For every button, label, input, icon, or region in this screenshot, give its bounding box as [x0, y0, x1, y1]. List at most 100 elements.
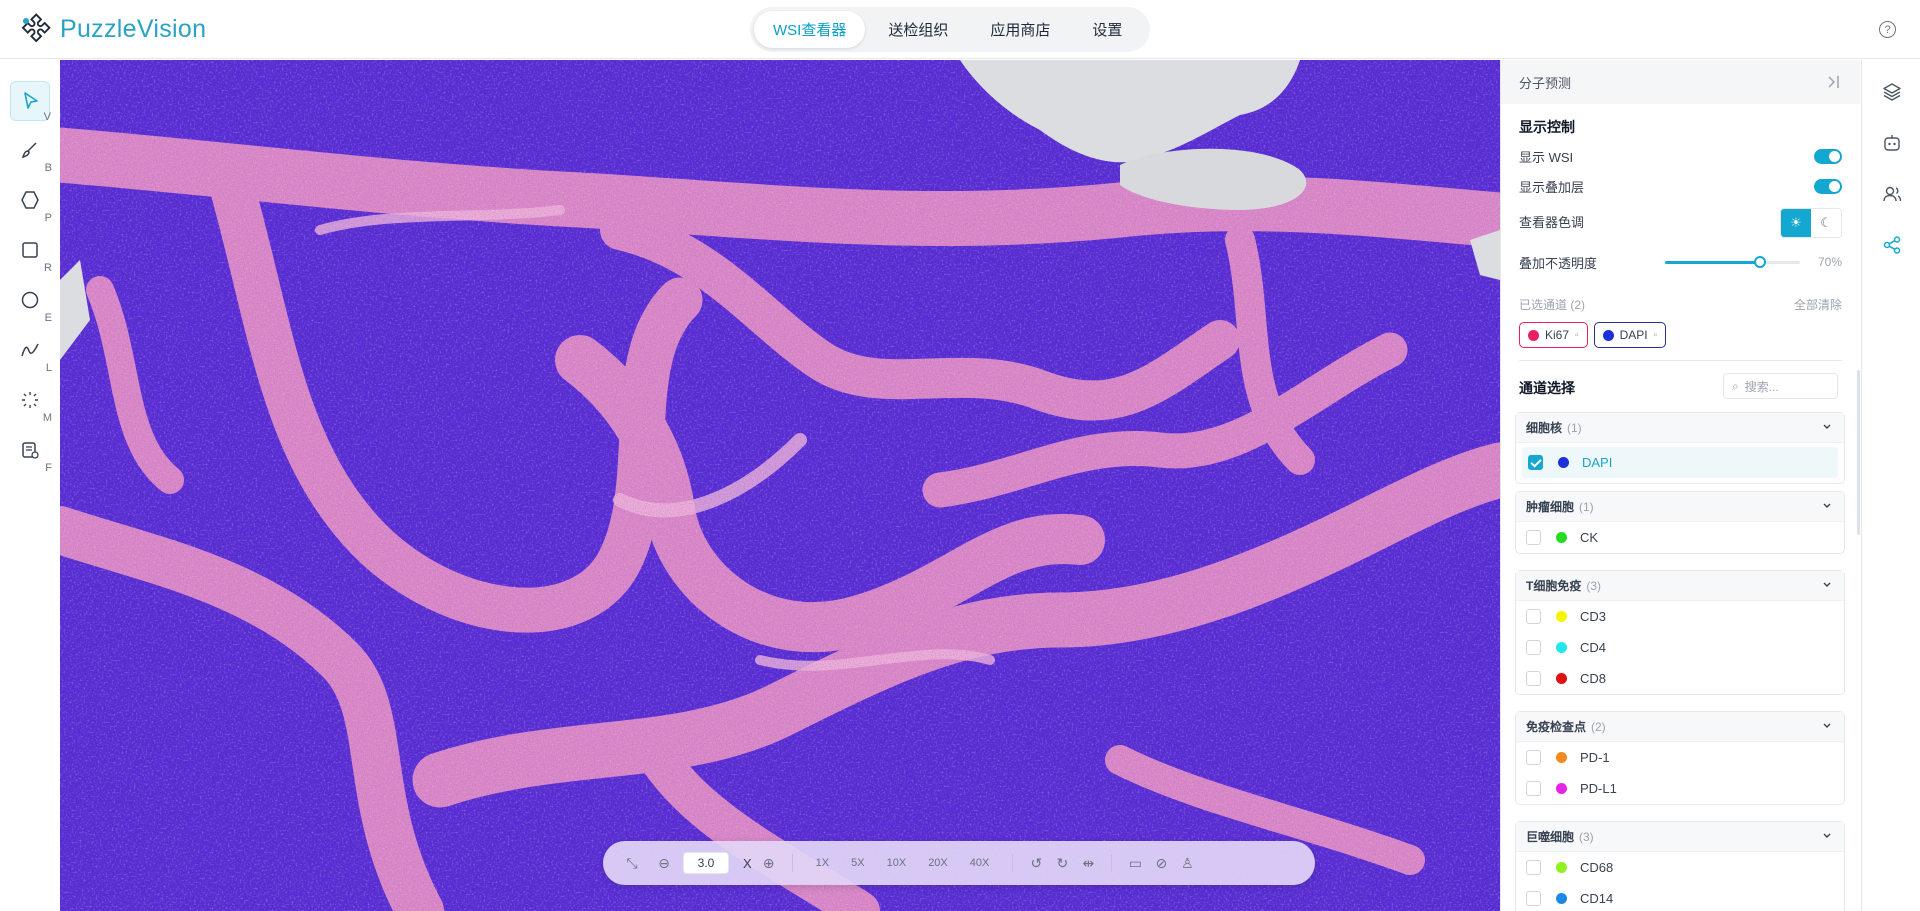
- channel-checkbox[interactable]: [1526, 530, 1541, 545]
- zoom-toolbar: ⤡ ⊖ 3.0 X ⊕ 1X 5X 10X 20X 40X ↺ ↻ ⇹ ▭ ⊘ …: [603, 841, 1315, 885]
- display-control-title: 显示控制: [1519, 119, 1575, 135]
- selected-channels-label: 已选通道 (2): [1519, 298, 1586, 312]
- chevron-down-icon[interactable]: [1822, 831, 1832, 841]
- chevron-down-icon[interactable]: [1822, 422, 1832, 432]
- flip-horizontal-icon[interactable]: ⇹: [1077, 852, 1099, 874]
- collapse-panel-icon[interactable]: [1826, 74, 1842, 90]
- rotate-left-icon[interactable]: ↺: [1025, 852, 1047, 874]
- chip-ki67[interactable]: Ki67 ▫: [1519, 322, 1588, 348]
- channel-color-dot: [1556, 752, 1567, 763]
- remove-chip-icon[interactable]: ▫: [1654, 330, 1658, 341]
- sun-icon[interactable]: ☀: [1781, 209, 1811, 237]
- channel-checkbox[interactable]: [1528, 455, 1543, 470]
- zoom-out-icon[interactable]: ⊖: [653, 852, 675, 874]
- pointer-tool[interactable]: V: [10, 81, 51, 123]
- person-icon[interactable]: ♙: [1176, 852, 1198, 874]
- channel-checkbox[interactable]: [1526, 750, 1541, 765]
- remove-chip-icon[interactable]: ▫: [1575, 330, 1579, 341]
- disable-icon[interactable]: ⊘: [1150, 852, 1172, 874]
- chip-dapi[interactable]: DAPI ▫: [1593, 322, 1667, 348]
- channel-checkbox[interactable]: [1526, 891, 1541, 906]
- magnification-5x[interactable]: 5X: [851, 857, 864, 869]
- channel-row-cd4[interactable]: CD4: [1516, 632, 1844, 663]
- show-wsi-toggle[interactable]: [1814, 148, 1842, 164]
- channel-row-cd68[interactable]: CD68: [1516, 852, 1844, 883]
- channel-checkbox[interactable]: [1526, 640, 1541, 655]
- channel-group-checkpoint: 免疫检查点 (2) PD-1 PD-L1: [1515, 711, 1845, 805]
- group-title: 肿瘤细胞: [1526, 500, 1575, 514]
- line-tool[interactable]: L: [10, 331, 52, 374]
- channel-checkbox[interactable]: [1526, 860, 1541, 875]
- ellipse-tool[interactable]: E: [10, 281, 52, 324]
- opacity-slider-handle[interactable]: [1753, 256, 1766, 268]
- zoom-in-icon[interactable]: ⊕: [758, 852, 780, 874]
- logo[interactable]: PuzzleVision: [18, 12, 206, 46]
- molecular-share-button[interactable]: [1881, 234, 1903, 256]
- opacity-slider[interactable]: [1665, 256, 1800, 268]
- group-header[interactable]: T细胞免疫 (3): [1516, 571, 1844, 601]
- channel-group-t-cell: T细胞免疫 (3) CD3 CD4 CD8: [1515, 570, 1845, 695]
- moon-icon[interactable]: ☾: [1811, 209, 1841, 237]
- channel-checkbox[interactable]: [1526, 609, 1541, 624]
- chevron-down-icon[interactable]: [1822, 721, 1832, 731]
- main-nav: WSI查看器 送检组织 应用商店 设置: [750, 7, 1150, 52]
- rectangle-tool[interactable]: R: [10, 231, 52, 274]
- opacity-slider-fill: [1665, 261, 1760, 264]
- fit-screen-icon[interactable]: ⤡: [621, 852, 643, 874]
- theme-switch: ☀ ☾: [1780, 208, 1842, 238]
- chevron-down-icon[interactable]: [1822, 501, 1832, 511]
- selected-channels-header: 已选通道 (2) 全部清除: [1519, 296, 1842, 313]
- users-button[interactable]: [1881, 183, 1903, 205]
- channel-row-cd14[interactable]: CD14: [1516, 883, 1844, 911]
- group-title: 巨噬细胞: [1526, 830, 1575, 844]
- panel-scrollbar[interactable]: [1857, 370, 1860, 535]
- wsi-viewer-canvas[interactable]: ⤡ ⊖ 3.0 X ⊕ 1X 5X 10X 20X 40X ↺ ↻ ⇹ ▭ ⊘ …: [60, 60, 1500, 911]
- channel-label: CD3: [1580, 609, 1607, 624]
- magic-wand-tool[interactable]: M: [10, 381, 52, 424]
- clear-all-link[interactable]: 全部清除: [1794, 296, 1842, 313]
- brush-tool[interactable]: B: [10, 131, 52, 174]
- group-header[interactable]: 巨噬细胞 (3): [1516, 822, 1844, 852]
- channel-row-ck[interactable]: CK: [1516, 522, 1844, 553]
- chevron-down-icon[interactable]: [1822, 580, 1832, 590]
- magnification-1x[interactable]: 1X: [816, 857, 829, 869]
- brush-icon: [21, 142, 37, 159]
- magnification-10x[interactable]: 10X: [887, 857, 907, 869]
- group-header[interactable]: 免疫检查点 (2): [1516, 712, 1844, 742]
- channel-checkbox[interactable]: [1526, 781, 1541, 796]
- tool-shortcut: E: [44, 312, 52, 324]
- tab-settings[interactable]: 设置: [1073, 11, 1141, 48]
- section-divider: [1519, 360, 1842, 361]
- channel-checkbox[interactable]: [1526, 671, 1541, 686]
- channel-color-dot: [1556, 673, 1567, 684]
- group-header[interactable]: 细胞核 (1): [1516, 413, 1844, 443]
- group-header[interactable]: 肿瘤细胞 (1): [1516, 492, 1844, 522]
- fill-tool[interactable]: F: [10, 431, 52, 474]
- ai-assistant-button[interactable]: [1881, 132, 1903, 154]
- channel-row-cd8[interactable]: CD8: [1516, 663, 1844, 694]
- tab-specimen-tissue[interactable]: 送检组织: [869, 11, 967, 48]
- magnification-40x[interactable]: 40X: [970, 857, 990, 869]
- help-circle-icon[interactable]: ?: [1879, 21, 1896, 38]
- group-count: (1): [1567, 420, 1582, 435]
- selected-channel-chips: Ki67 ▫ DAPI ▫: [1519, 322, 1667, 348]
- channel-search-input[interactable]: ⌕ 搜索...: [1723, 373, 1838, 399]
- channel-row-pdl1[interactable]: PD-L1: [1516, 773, 1844, 804]
- magnification-20x[interactable]: 20X: [928, 857, 948, 869]
- zoom-input[interactable]: 3.0: [683, 852, 729, 874]
- ruler-icon[interactable]: ▭: [1124, 852, 1146, 874]
- group-count: (2): [1591, 719, 1606, 734]
- channel-row-dapi[interactable]: DAPI: [1522, 447, 1838, 478]
- group-title: 细胞核: [1526, 421, 1563, 435]
- channel-row-cd3[interactable]: CD3: [1516, 601, 1844, 632]
- show-overlay-toggle[interactable]: [1814, 178, 1842, 194]
- tool-shortcut: M: [42, 412, 52, 424]
- tab-wsi-viewer[interactable]: WSI查看器: [754, 11, 866, 48]
- layers-button[interactable]: [1881, 81, 1903, 103]
- channel-row-pd1[interactable]: PD-1: [1516, 742, 1844, 773]
- viewer-theme-label: 查看器色调: [1519, 214, 1585, 230]
- panel-header: 分子预测: [1501, 60, 1860, 104]
- rotate-right-icon[interactable]: ↻: [1051, 852, 1073, 874]
- tab-app-store[interactable]: 应用商店: [971, 11, 1069, 48]
- polygon-tool[interactable]: P: [10, 181, 52, 224]
